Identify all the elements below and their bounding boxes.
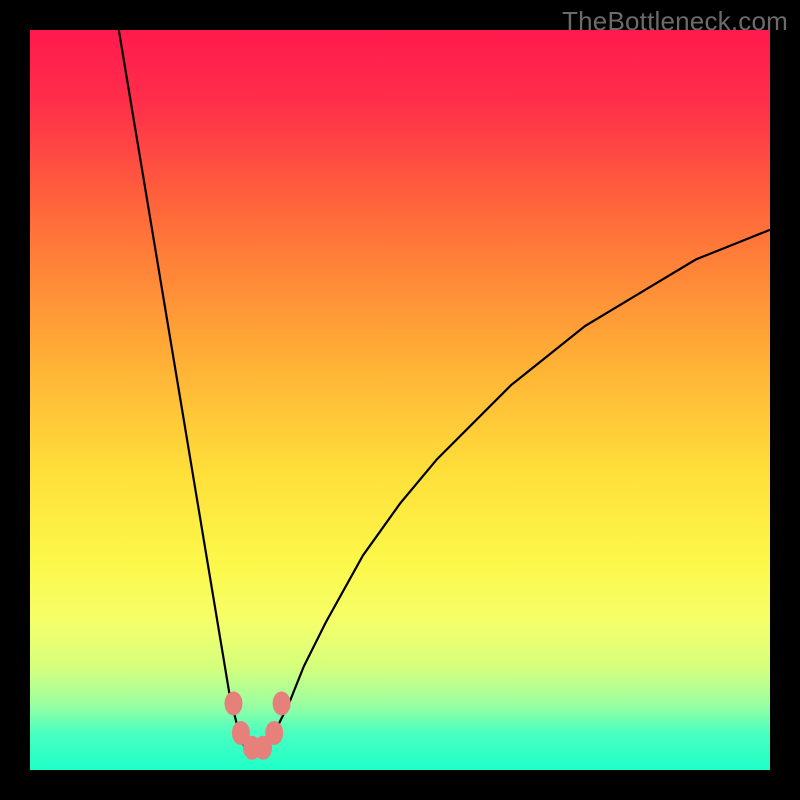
chart-svg <box>30 30 770 770</box>
marker-dot <box>273 691 291 715</box>
chart-frame: TheBottleneck.com <box>0 0 800 800</box>
marker-dot <box>265 721 283 745</box>
marker-dot <box>225 691 243 715</box>
plot-area <box>30 30 770 770</box>
gradient-background <box>30 30 770 770</box>
